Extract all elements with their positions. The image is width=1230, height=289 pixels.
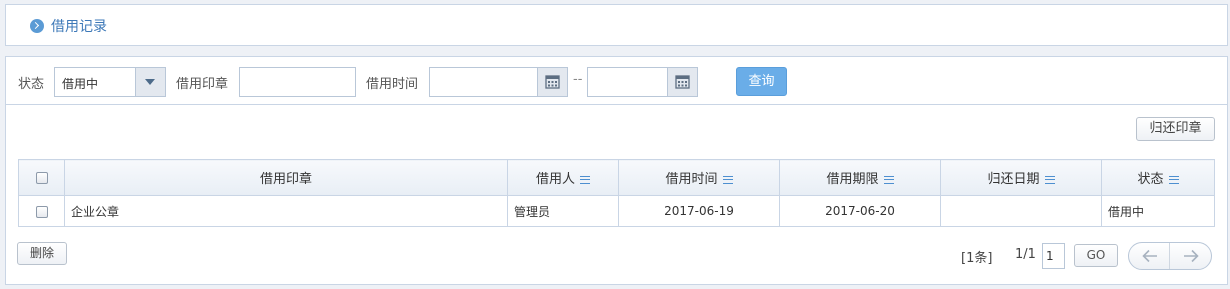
status-select[interactable]: 借用中 bbox=[54, 67, 166, 97]
column-header-return-date[interactable]: 归还日期 bbox=[940, 159, 1102, 196]
chevron-down-icon[interactable] bbox=[135, 68, 165, 96]
column-menu-icon[interactable] bbox=[883, 175, 894, 184]
page-number-input[interactable] bbox=[1042, 243, 1065, 269]
calendar-icon[interactable] bbox=[537, 68, 567, 96]
date-separator: -- bbox=[573, 72, 583, 87]
arrow-left-icon[interactable] bbox=[1129, 243, 1170, 269]
column-header-seal: 借用印章 bbox=[64, 159, 508, 196]
column-header-borrow-time[interactable]: 借用时间 bbox=[618, 159, 780, 196]
page-fraction: 1/1 bbox=[1015, 247, 1036, 262]
table-row[interactable]: 企业公章 管理员 2017-06-19 2017-06-20 借用中 bbox=[18, 195, 1215, 227]
seal-label: 借用印章 bbox=[176, 77, 229, 92]
column-menu-icon[interactable] bbox=[1044, 175, 1055, 184]
status-label: 状态 bbox=[18, 77, 45, 92]
chevron-circle-right-icon bbox=[30, 19, 44, 33]
borrower-cell: 管理员 bbox=[507, 195, 619, 227]
page-header: 借用记录 bbox=[5, 4, 1228, 46]
pager bbox=[1128, 242, 1212, 270]
column-menu-icon[interactable] bbox=[722, 175, 733, 184]
row-select-cell[interactable] bbox=[18, 195, 65, 227]
column-header-status[interactable]: 状态 bbox=[1101, 159, 1215, 196]
column-header-borrower[interactable]: 借用人 bbox=[507, 159, 619, 196]
delete-button[interactable]: 删除 bbox=[17, 242, 67, 265]
return-seal-button[interactable]: 归还印章 bbox=[1136, 117, 1215, 141]
column-menu-icon[interactable] bbox=[1168, 175, 1179, 184]
seal-cell: 企业公章 bbox=[64, 195, 508, 227]
arrow-right-icon[interactable] bbox=[1170, 243, 1211, 269]
select-all-checkbox[interactable] bbox=[35, 171, 48, 184]
column-header-deadline[interactable]: 借用期限 bbox=[779, 159, 941, 196]
row-checkbox[interactable] bbox=[35, 205, 48, 218]
start-date-input[interactable] bbox=[429, 67, 568, 97]
status-select-value: 借用中 bbox=[62, 77, 99, 91]
page-title: 借用记录 bbox=[51, 19, 107, 35]
return-date-cell bbox=[940, 195, 1102, 227]
table-header-row: 借用印章 借用人 借用时间 借用期限 归还日期 状态 bbox=[18, 159, 1215, 196]
seal-input[interactable] bbox=[239, 67, 356, 97]
deadline-cell: 2017-06-20 bbox=[779, 195, 941, 227]
filter-bar: 状态 借用中 借用印章 借用时间 -- 查询 bbox=[6, 57, 1227, 105]
column-menu-icon[interactable] bbox=[580, 175, 590, 184]
select-all-cell[interactable] bbox=[18, 159, 65, 196]
end-date-input[interactable] bbox=[587, 67, 698, 97]
status-cell: 借用中 bbox=[1101, 195, 1215, 227]
records-table: 借用印章 借用人 借用时间 借用期限 归还日期 状态 企业公章 管理员 2017… bbox=[18, 159, 1215, 227]
main-panel: 状态 借用中 借用印章 借用时间 -- 查询 归还印章 借用印章 借用人 借用时… bbox=[5, 56, 1228, 285]
record-count: [1条] bbox=[961, 251, 993, 266]
query-button[interactable]: 查询 bbox=[736, 67, 787, 96]
go-button[interactable]: GO bbox=[1074, 244, 1118, 267]
calendar-icon[interactable] bbox=[667, 68, 697, 96]
borrow-time-cell: 2017-06-19 bbox=[618, 195, 780, 227]
time-label: 借用时间 bbox=[366, 77, 419, 92]
